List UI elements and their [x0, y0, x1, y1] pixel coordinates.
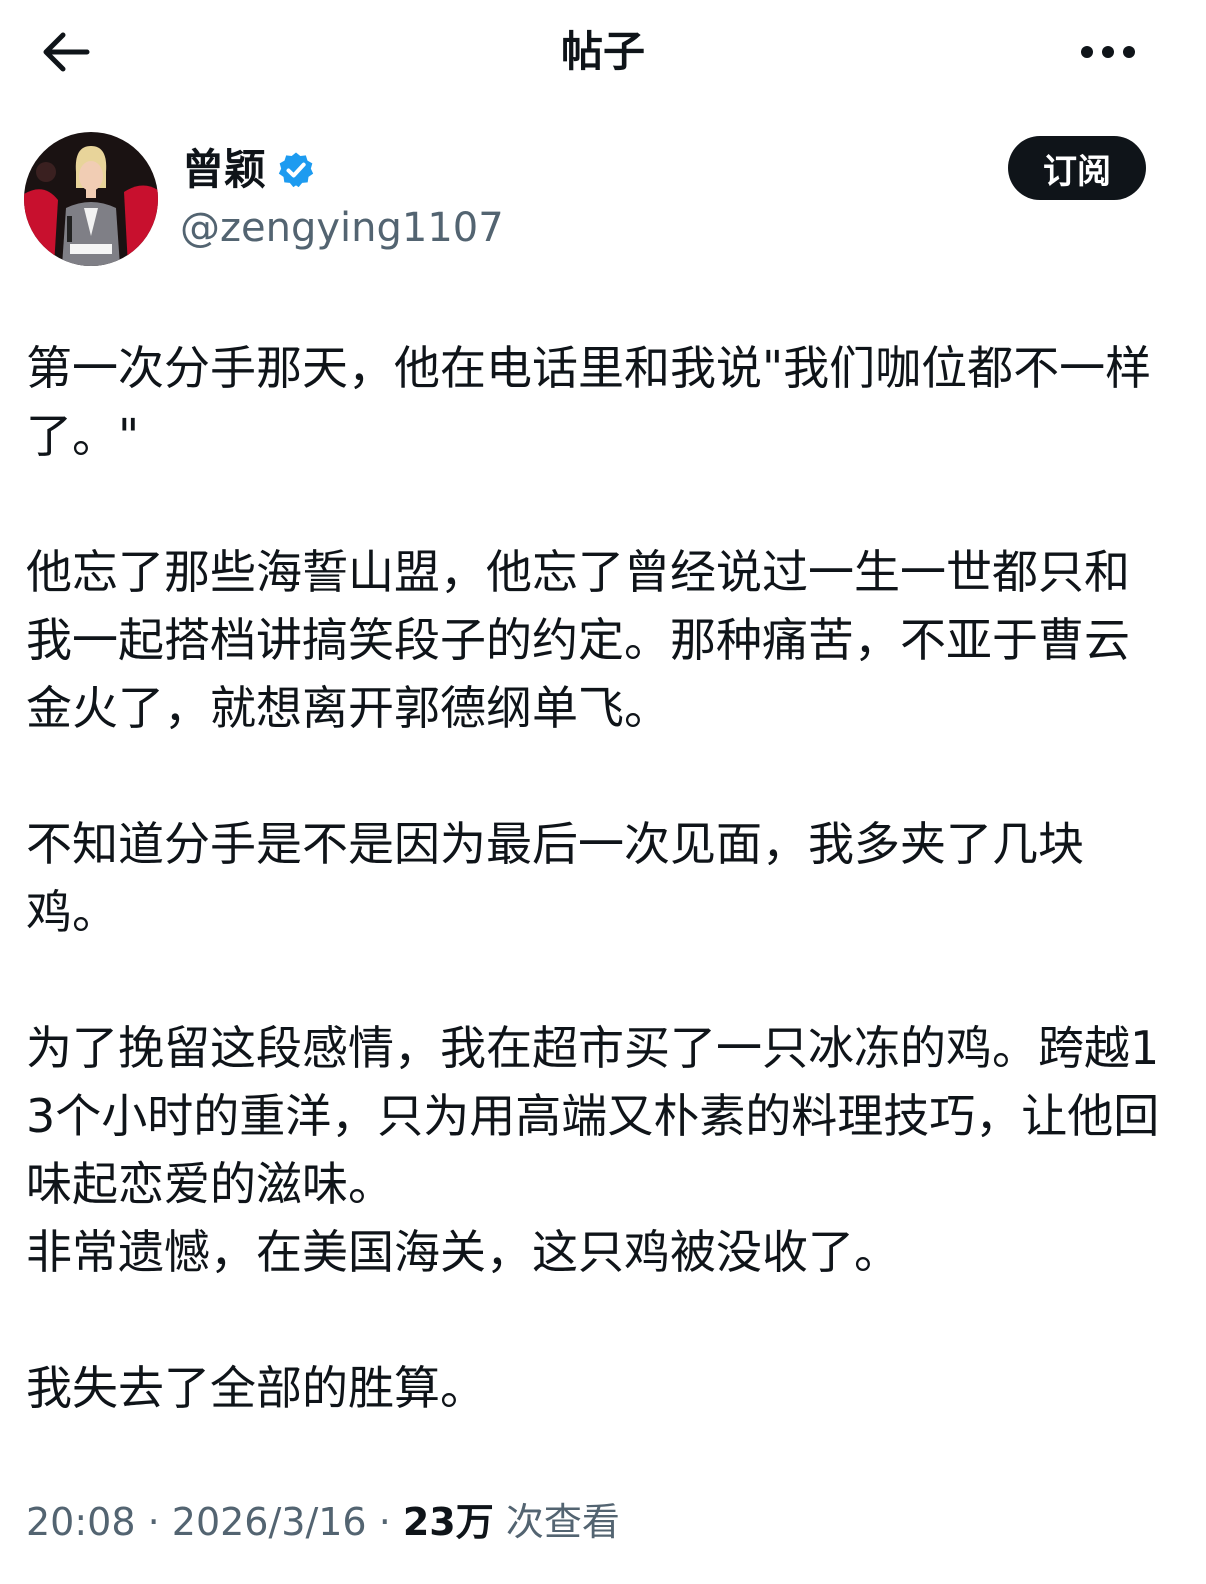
- views-label: 次查看: [493, 1500, 620, 1544]
- post-time[interactable]: 20:08: [26, 1500, 136, 1544]
- post-date[interactable]: 2026/3/16: [172, 1500, 367, 1544]
- author-header: 曾颖 @zengying1107 订阅: [0, 128, 1206, 268]
- avatar-image: [24, 132, 158, 266]
- user-handle[interactable]: @zengying1107: [180, 200, 504, 256]
- meta-separator: ·: [135, 1500, 172, 1544]
- post-meta: 20:08 · 2026/3/16 · 23万 次查看: [26, 1494, 620, 1550]
- subscribe-button[interactable]: 订阅: [1008, 136, 1146, 200]
- post-text: 第一次分手那天，他在电话里和我说"我们咖位都不一样了。" 他忘了那些海誓山盟，他…: [26, 341, 1160, 1415]
- more-options-button[interactable]: [1068, 22, 1148, 82]
- display-name[interactable]: 曾颖: [182, 142, 316, 198]
- avatar[interactable]: [24, 132, 158, 266]
- views-count[interactable]: 23万: [403, 1500, 494, 1544]
- top-bar: 帖子: [0, 0, 1206, 104]
- meta-separator-2: ·: [366, 1500, 403, 1544]
- verified-badge-icon: [278, 152, 314, 188]
- display-name-text: 曾颖: [182, 145, 267, 194]
- page-title: 帖子: [560, 27, 645, 76]
- more-horizontal-icon: [1081, 46, 1135, 58]
